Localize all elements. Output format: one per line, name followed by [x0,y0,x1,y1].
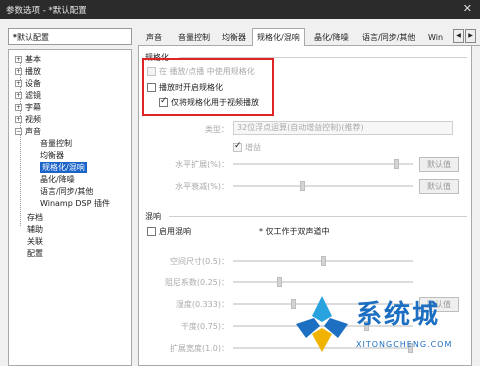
tree-item-winamp-dsp[interactable]: Winamp DSP 插件 [40,198,110,209]
slider-thumb[interactable] [321,256,326,266]
tree-item-filters[interactable]: + 滤镜 [15,90,41,101]
reverb-group-title: 混响 [145,212,161,221]
reverb-enable-checkbox[interactable]: 启用混响 [147,226,191,237]
tree-item-label: 语言/同步/其他 [40,187,94,196]
tree-item-label: 音量控制 [40,139,72,148]
tree-item-label: 存档 [27,213,43,222]
watermark-logo-icon [296,296,348,352]
level-decay-slider[interactable] [233,181,413,191]
dry-label: 干度(0.75)： [180,322,229,331]
tab-normalize-reverb[interactable]: 规格化/混响 [252,28,305,47]
slider-track [233,163,413,165]
tree-item-label: 辅助 [27,225,43,234]
room-size-slider[interactable] [233,256,413,266]
profile-select[interactable]: *默认配置 ▾ [8,28,132,45]
slider-track [233,185,413,187]
tree-item-normalize-reverb[interactable]: 规格化/混响 [40,162,87,173]
tree-item-label: 规格化/混响 [40,162,87,173]
tree-item-audio[interactable]: − 声音 [15,126,41,137]
tree-item-label: 播放 [25,67,41,76]
expand-icon[interactable]: + [15,68,22,75]
level-decay-label: 水平衰减(%)： [175,182,229,191]
tree-item-crystal-denoise[interactable]: 晶化/降噪 [40,174,75,185]
watermark-text: 系统城 [356,300,441,330]
tree-item-label: 滤镜 [25,91,41,100]
tree-item-label: Winamp DSP 插件 [40,199,110,208]
checkbox-label: 增益 [245,143,261,152]
tab-volume-control[interactable]: 音量控制 [174,31,214,46]
chevron-down-icon: ▾ [13,32,17,40]
type-label: 类型： [205,125,229,134]
title-bar: 参数选项 - *默认配置 ✕ [0,0,480,19]
slider-thumb[interactable] [277,277,282,287]
normalize-default-button[interactable]: 默认值 [419,157,459,172]
tree-item-equalizer[interactable]: 均衡器 [40,150,64,161]
settings-tree: + 基本 + 播放 + 设备 + 滤镜 + 字幕 + 视频 − 声音 音量控制 均衡器 规格化… [8,49,132,366]
tab-crystal-denoise[interactable]: 晶化/降噪 [310,31,353,46]
window-title: 参数选项 - *默认配置 [6,6,87,16]
tree-item-archive[interactable]: 存档 [27,212,43,223]
slider-thumb[interactable] [300,181,305,191]
checkbox-box[interactable] [233,141,242,152]
collapse-icon[interactable]: − [15,128,22,135]
annotation-highlight-box [142,58,274,116]
normalize-type-select[interactable]: 32位浮点运算(自动增益控制)(推荐) [233,121,453,135]
normalize-default-button-2[interactable]: 默认值 [419,179,459,194]
tree-item-label: 声音 [25,127,41,136]
gain-checkbox[interactable]: 增益 [233,141,261,153]
tree-item-label: 均衡器 [40,151,64,160]
wet-label: 湿度(0.333)： [175,300,229,309]
level-expand-slider[interactable] [233,159,413,169]
expand-icon[interactable]: + [15,80,22,87]
tree-item-label: 字幕 [25,103,41,112]
tree-item-language-sync[interactable]: 语言/同步/其他 [40,186,93,197]
tree-item-label: 视频 [25,115,41,124]
tab-scroll-left-icon[interactable]: ◀ [453,29,464,43]
expand-icon[interactable]: + [15,92,22,99]
tab-audio[interactable]: 声音 [142,31,166,46]
tab-scroll-right-icon[interactable]: ▶ [465,29,476,43]
expand-icon[interactable]: + [15,116,22,123]
checkbox-label: 启用混响 [159,227,191,236]
group-divider [169,216,467,217]
checkbox-box[interactable] [147,227,156,236]
tree-item-video[interactable]: + 视频 [15,114,41,125]
slider-thumb[interactable] [394,159,399,169]
tree-item-label: 晶化/降噪 [40,175,75,184]
expand-icon[interactable]: + [15,104,22,111]
watermark: 系统城 XITONGCHENG.COM [284,290,480,366]
room-size-label: 空间尺寸(0.5)： [170,257,229,266]
watermark-url: XITONGCHENG.COM [356,340,453,349]
tab-winamp[interactable]: Win [424,31,447,46]
damping-label: 阻尼系数(0.25)： [164,278,229,287]
tree-item-association[interactable]: 关联 [27,236,43,247]
tree-item-subtitles[interactable]: + 字幕 [15,102,41,113]
tree-item-device[interactable]: + 设备 [15,78,41,89]
tab-language-sync[interactable]: 语言/同步/其他 [358,31,419,46]
width-label: 扩展宽度(1.0)： [170,344,229,353]
tree-item-playback[interactable]: + 播放 [15,66,41,77]
reverb-note: * 仅工作于双声道中 [259,227,330,236]
tree-item-config[interactable]: 配置 [27,248,43,259]
close-icon[interactable]: ✕ [463,2,472,15]
tree-item-label: 设备 [25,79,41,88]
tab-equalizer[interactable]: 均衡器 [218,31,250,46]
expand-icon[interactable]: + [15,56,22,63]
tree-item-label: 配置 [27,249,43,258]
slider-track [233,281,413,283]
preferences-window: 参数选项 - *默认配置 ✕ *默认配置 ▾ + 基本 + 播放 + 设备 + 滤镜 +… [0,0,480,366]
level-expand-label: 水平扩展(%)： [175,160,229,169]
tree-item-volume-control[interactable]: 音量控制 [40,138,72,149]
tree-item-label: 基本 [25,55,41,64]
tree-item-assist[interactable]: 辅助 [27,224,43,235]
tab-bar: 声音 音量控制 均衡器 规格化/混响 晶化/降噪 语言/同步/其他 Win ◀ … [138,28,480,47]
tree-item-label: 关联 [27,237,43,246]
tree-item-basic[interactable]: + 基本 [15,54,41,65]
damping-slider[interactable] [233,277,413,287]
